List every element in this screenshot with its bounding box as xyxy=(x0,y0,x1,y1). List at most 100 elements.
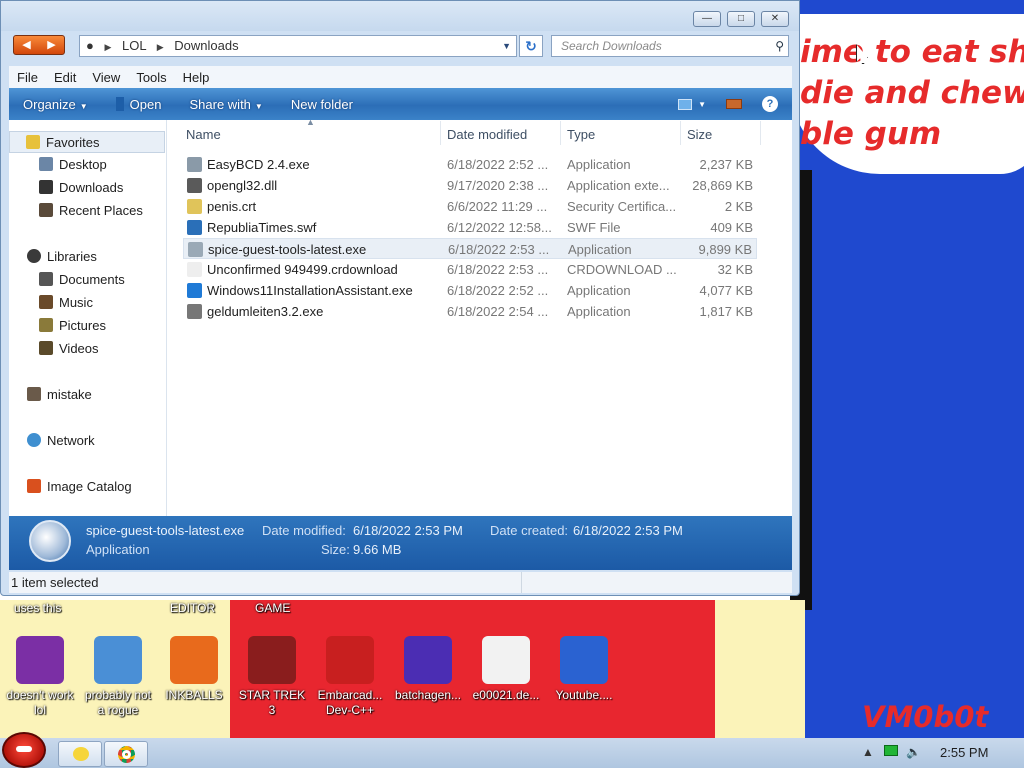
column-separator[interactable] xyxy=(440,121,441,145)
status-text: 1 item selected xyxy=(11,575,99,590)
column-header-size[interactable]: Size xyxy=(687,127,712,149)
nav-network[interactable]: Network xyxy=(9,430,95,452)
details-created-value: 6/18/2022 2:53 PM xyxy=(573,523,683,538)
nav-favorites[interactable]: Favorites xyxy=(9,131,165,153)
column-header-name[interactable]: Name xyxy=(186,127,221,149)
details-size-value: 9.66 MB xyxy=(353,542,402,557)
nav-videos[interactable]: Videos xyxy=(9,338,99,360)
setup-icon xyxy=(187,304,202,319)
preview-pane-icon[interactable] xyxy=(726,99,742,109)
angry-bird-icon xyxy=(16,746,32,752)
nav-documents[interactable]: Documents xyxy=(9,269,125,291)
column-separator[interactable] xyxy=(680,121,681,145)
desktop-shortcut[interactable]: INKBALLS xyxy=(156,636,232,703)
file-date-modified: 6/18/2022 2:52 ... xyxy=(447,157,549,172)
file-row[interactable]: Unconfirmed 949499.crdownload 6/18/2022 2… xyxy=(183,259,757,280)
nav-downloads[interactable]: Downloads xyxy=(9,177,123,199)
desktop-shortcut[interactable]: Embarcad... Dev-C++ xyxy=(312,636,388,718)
file-type: SWF File xyxy=(567,220,621,235)
libraries-icon xyxy=(27,249,41,263)
nav-music[interactable]: Music xyxy=(9,292,93,314)
column-separator[interactable] xyxy=(560,121,561,145)
menu-help[interactable]: Help xyxy=(175,70,218,85)
breadcrumb-lol[interactable]: LOL xyxy=(122,38,146,53)
desktop-label-game: GAME xyxy=(255,601,291,615)
search-icon[interactable]: ⚲ xyxy=(775,36,784,56)
desktop-shortcut[interactable]: STAR TREK 3 xyxy=(234,636,310,718)
address-dropdown-icon[interactable]: ▼ xyxy=(502,36,511,56)
minimize-button[interactable]: — xyxy=(693,11,721,27)
breadcrumb-chevron-icon: ▶ xyxy=(104,42,112,52)
swf-icon xyxy=(187,220,202,235)
column-header-type[interactable]: Type xyxy=(567,127,595,149)
status-bar-section xyxy=(521,572,790,593)
close-button[interactable]: ✕ xyxy=(761,11,789,27)
volume-icon[interactable]: 🔈 xyxy=(906,745,921,759)
menu-tools[interactable]: Tools xyxy=(128,70,174,85)
details-modified-label: Date modified: xyxy=(262,523,346,538)
blank-file-icon xyxy=(187,262,202,277)
file-type: Application xyxy=(567,283,631,298)
wallpaper-yellow-area-right xyxy=(715,600,805,745)
file-row[interactable]: spice-guest-tools-latest.exe 6/18/2022 2:… xyxy=(183,238,757,259)
menu-edit[interactable]: Edit xyxy=(46,70,84,85)
share-with-button[interactable]: Share with ▼ xyxy=(175,97,276,112)
taskbar-chrome-button[interactable] xyxy=(104,741,148,767)
desktop-shortcut[interactable]: probably not a rogue xyxy=(80,636,156,718)
new-folder-button[interactable]: New folder xyxy=(277,97,367,112)
show-hidden-icons-icon[interactable]: ▲ xyxy=(862,745,874,759)
nav-mistake[interactable]: mistake xyxy=(9,384,92,406)
search-placeholder: Search Downloads xyxy=(561,39,662,53)
desktop-shortcut-label: Youtube.... xyxy=(555,688,613,702)
pictures-icon xyxy=(39,318,53,332)
column-separator[interactable] xyxy=(760,121,761,145)
open-button[interactable]: Open xyxy=(102,96,176,112)
file-size: 1,817 KB xyxy=(699,304,754,319)
menu-file[interactable]: File xyxy=(9,70,46,85)
search-input[interactable]: Search Downloads ⚲ xyxy=(551,35,789,57)
nav-recent-places[interactable]: Recent Places xyxy=(9,200,143,222)
forward-arrow-icon[interactable]: ▶ xyxy=(39,36,64,54)
nav-music-label: Music xyxy=(59,295,93,310)
taskbar-explorer-button[interactable] xyxy=(58,741,102,767)
desktop-shortcut[interactable]: batchagen... xyxy=(390,636,466,703)
window-titlebar[interactable] xyxy=(1,1,799,31)
file-row[interactable]: penis.crt 6/6/2022 11:29 ... Security Cert… xyxy=(183,196,757,217)
start-button[interactable] xyxy=(2,732,46,768)
nav-desktop[interactable]: Desktop xyxy=(9,154,107,176)
desktop-shortcut[interactable]: doesn't work lol xyxy=(2,636,78,718)
view-options-icon[interactable] xyxy=(678,98,693,110)
view-dropdown-icon[interactable]: ▼ xyxy=(698,100,706,109)
details-file-type: Application xyxy=(86,542,150,557)
column-header-date-modified[interactable]: Date modified xyxy=(447,127,527,149)
back-forward-buttons[interactable]: ◀ ▶ xyxy=(13,35,65,55)
desktop-shortcut[interactable]: e00021.de... xyxy=(468,636,544,703)
address-bar[interactable]: ● ▶ LOL ▶ Downloads ▼ xyxy=(79,35,517,57)
documents-icon xyxy=(39,272,53,286)
system-settings-icon xyxy=(94,636,142,684)
desktop-shortcut[interactable]: Youtube.... xyxy=(546,636,622,703)
network-icon[interactable] xyxy=(884,745,898,759)
file-date-modified: 6/12/2022 12:58... xyxy=(447,220,552,235)
file-row[interactable]: EasyBCD 2.4.exe 6/18/2022 2:52 ... Applica… xyxy=(183,154,757,175)
file-row[interactable]: geldumleiten3.2.exe 6/18/2022 2:54 ... App… xyxy=(183,301,757,322)
back-arrow-icon[interactable]: ◀ xyxy=(14,36,39,54)
menu-view[interactable]: View xyxy=(84,70,128,85)
taskbar-clock[interactable]: 2:55 PM xyxy=(940,745,988,760)
maximize-button[interactable]: □ xyxy=(727,11,755,27)
file-row[interactable]: opengl32.dll 9/17/2020 2:38 ... Applicatio… xyxy=(183,175,757,196)
refresh-icon[interactable]: ↻ xyxy=(519,35,543,57)
nav-libraries[interactable]: Libraries xyxy=(9,246,97,268)
recent-places-icon xyxy=(39,203,53,217)
file-row[interactable]: RepubliaTimes.swf 6/12/2022 12:58... SWF F… xyxy=(183,217,757,238)
breadcrumb-downloads[interactable]: Downloads xyxy=(174,38,238,53)
file-size: 4,077 KB xyxy=(699,283,754,298)
nav-image-catalog[interactable]: Image Catalog xyxy=(9,476,132,498)
desktop-shortcut-label: e00021.de... xyxy=(472,688,540,702)
wallpaper-signature: VM0b0t xyxy=(862,700,989,734)
organize-button[interactable]: Organize ▼ xyxy=(9,97,102,112)
file-row[interactable]: Windows11InstallationAssistant.exe 6/18/2… xyxy=(183,280,757,301)
nav-pictures[interactable]: Pictures xyxy=(9,315,106,337)
file-type: Application xyxy=(567,304,631,319)
help-icon[interactable]: ? xyxy=(762,96,778,112)
